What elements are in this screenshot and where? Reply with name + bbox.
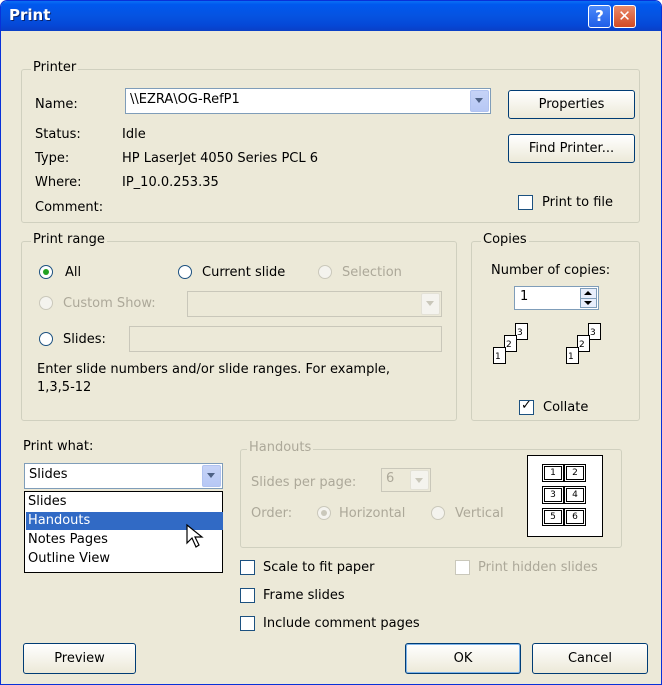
custom-show-label: Custom Show: (63, 296, 156, 311)
slides-label: Slides: (63, 332, 106, 347)
collate-checkbox[interactable]: ✓ (519, 398, 534, 415)
type-value: HP LaserJet 4050 Series PCL 6 (122, 151, 319, 166)
handouts-legend: Handouts (247, 440, 314, 455)
list-item[interactable]: Slides (26, 493, 223, 511)
print-hidden-slides-checkbox[interactable] (455, 560, 470, 575)
title-bar[interactable]: Print ? ✕ (1, 1, 661, 31)
printer-name-label: Name: (35, 97, 78, 112)
collated-stack-icon: 3 2 1 (488, 323, 546, 383)
print-range-legend: Print range (31, 232, 107, 247)
spin-down-icon[interactable] (580, 298, 597, 308)
mouse-cursor-icon (186, 523, 204, 548)
printer-name-value: \\EZRA\OG-RefP1 (130, 92, 240, 107)
slides-hint: Enter slide numbers and/or slide ranges.… (37, 362, 391, 377)
where-value: IP_10.0.253.35 (122, 175, 219, 190)
print-what-label: Print what: (23, 439, 94, 454)
handout-preview-icon: 1 2 3 4 5 6 (527, 455, 603, 537)
slides-radio[interactable] (39, 332, 53, 346)
include-comment-pages-checkbox[interactable] (240, 616, 255, 631)
ok-button[interactable]: OK (405, 643, 521, 674)
window-title: Print (9, 6, 51, 24)
print-to-file-checkbox[interactable] (518, 195, 533, 210)
selection-radio[interactable] (318, 265, 332, 279)
chevron-down-icon[interactable] (410, 470, 429, 490)
selection-label: Selection (342, 265, 402, 280)
find-printer-button[interactable]: Find Printer... (508, 134, 635, 163)
copies-value: 1 (520, 289, 529, 304)
cancel-button[interactable]: Cancel (532, 643, 648, 674)
all-label: All (65, 265, 82, 280)
collated-stack-icon: 3 2 1 (561, 323, 619, 383)
type-label: Type: (35, 151, 70, 166)
slides-per-page-label: Slides per page: (251, 475, 357, 490)
slides-per-page-select[interactable]: 6 (381, 468, 431, 492)
all-radio[interactable] (39, 265, 53, 279)
custom-show-radio[interactable] (39, 296, 53, 310)
copies-legend: Copies (481, 232, 529, 247)
slides-input[interactable] (129, 326, 442, 352)
comment-label: Comment: (35, 200, 104, 215)
chevron-down-icon[interactable] (202, 465, 221, 487)
properties-button[interactable]: Properties (508, 90, 635, 119)
help-button[interactable]: ? (588, 5, 611, 28)
vertical-radio[interactable] (431, 506, 445, 520)
frame-slides-checkbox[interactable] (240, 588, 255, 603)
scale-to-fit-checkbox[interactable] (240, 560, 255, 575)
status-value: Idle (122, 127, 146, 142)
print-what-value: Slides (29, 467, 68, 482)
print-what-select[interactable]: Slides (24, 463, 223, 489)
chevron-down-icon[interactable] (470, 90, 489, 112)
frame-slides-label: Frame slides (263, 588, 345, 603)
print-to-file-label: Print to file (542, 195, 614, 210)
vertical-label: Vertical (455, 506, 504, 521)
current-slide-radio[interactable] (178, 265, 192, 279)
current-slide-label: Current slide (202, 265, 286, 280)
include-comment-pages-label: Include comment pages (263, 616, 420, 631)
close-button[interactable]: ✕ (613, 5, 636, 28)
custom-show-select[interactable] (187, 291, 442, 317)
copies-spinner[interactable]: 1 (514, 286, 599, 310)
preview-button[interactable]: Preview (23, 643, 136, 674)
status-label: Status: (35, 127, 81, 142)
slides-hint-example: 1,3,5-12 (37, 380, 92, 395)
chevron-down-icon[interactable] (421, 293, 440, 315)
slides-per-page-value: 6 (386, 471, 395, 486)
print-hidden-slides-label: Print hidden slides (478, 560, 598, 575)
horizontal-label: Horizontal (339, 506, 406, 521)
where-label: Where: (35, 175, 82, 190)
number-of-copies-label: Number of copies: (491, 263, 611, 278)
collate-label: Collate (543, 400, 589, 415)
order-label: Order: (251, 506, 293, 521)
printer-legend: Printer (31, 60, 79, 75)
horizontal-radio[interactable] (317, 506, 331, 520)
print-dialog: Print ? ✕ Printer Name: \\EZRA\OG-RefP1 … (0, 0, 662, 685)
printer-name-select[interactable]: \\EZRA\OG-RefP1 (125, 88, 491, 114)
scale-to-fit-label: Scale to fit paper (263, 560, 375, 575)
